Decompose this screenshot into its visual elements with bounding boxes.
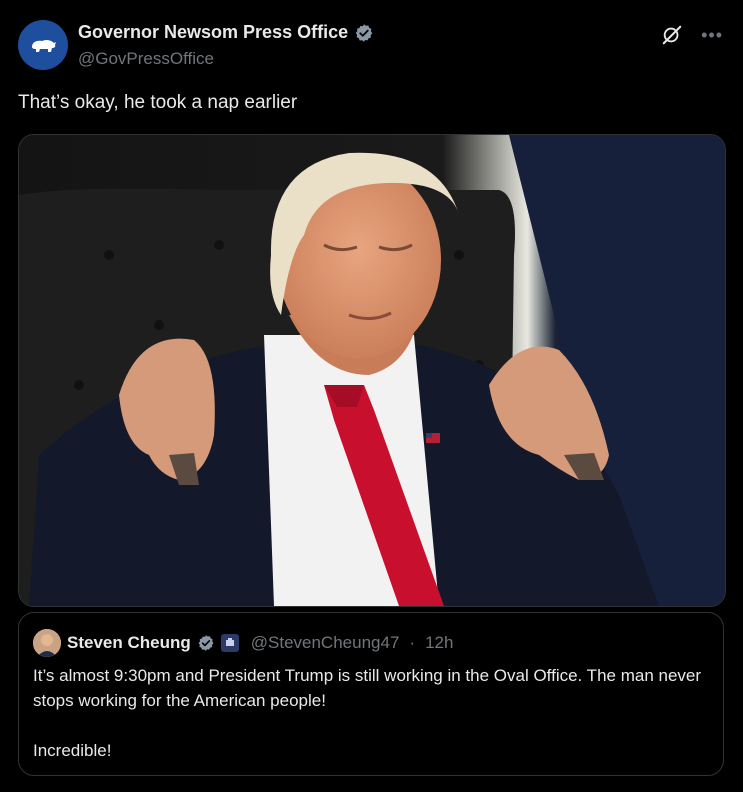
verified-badge-icon (355, 23, 373, 42)
author-handle[interactable]: @GovPressOffice (78, 49, 374, 69)
quoted-author-avatar[interactable] (33, 629, 61, 657)
quoted-author-handle[interactable]: @StevenCheung47 (251, 633, 400, 653)
quoted-paragraph: Incredible! (33, 741, 112, 760)
tweet-media-photo[interactable] (18, 134, 726, 607)
grok-icon[interactable] (661, 24, 683, 46)
author-name[interactable]: Governor Newsom Press Office (78, 22, 348, 43)
quoted-tweet-text: It’s almost 9:30pm and President Trump i… (33, 663, 707, 763)
quoted-timestamp[interactable]: 12h (425, 633, 453, 653)
tweet-actions: ••• (661, 24, 723, 46)
verified-badge-icon (198, 635, 214, 651)
quoted-author-name[interactable]: Steven Cheung (67, 633, 191, 653)
quoted-separator: · (409, 633, 416, 652)
person-icon (33, 629, 61, 657)
photo-image (19, 135, 725, 606)
california-bear-icon (32, 39, 56, 52)
author-avatar[interactable] (18, 20, 68, 70)
tweet-author[interactable]: Governor Newsom Press Office @GovPressOf… (78, 22, 374, 69)
more-options-icon[interactable]: ••• (701, 26, 723, 44)
tweet-text: That’s okay, he took a nap earlier (18, 92, 298, 113)
quoted-tweet[interactable]: Steven Cheung @StevenCheung47 · 12h It’s… (18, 612, 724, 776)
quoted-tweet-header: Steven Cheung @StevenCheung47 · 12h (33, 629, 453, 657)
affiliate-seal-icon[interactable] (220, 634, 239, 652)
quoted-paragraph: It’s almost 9:30pm and President Trump i… (33, 666, 702, 710)
